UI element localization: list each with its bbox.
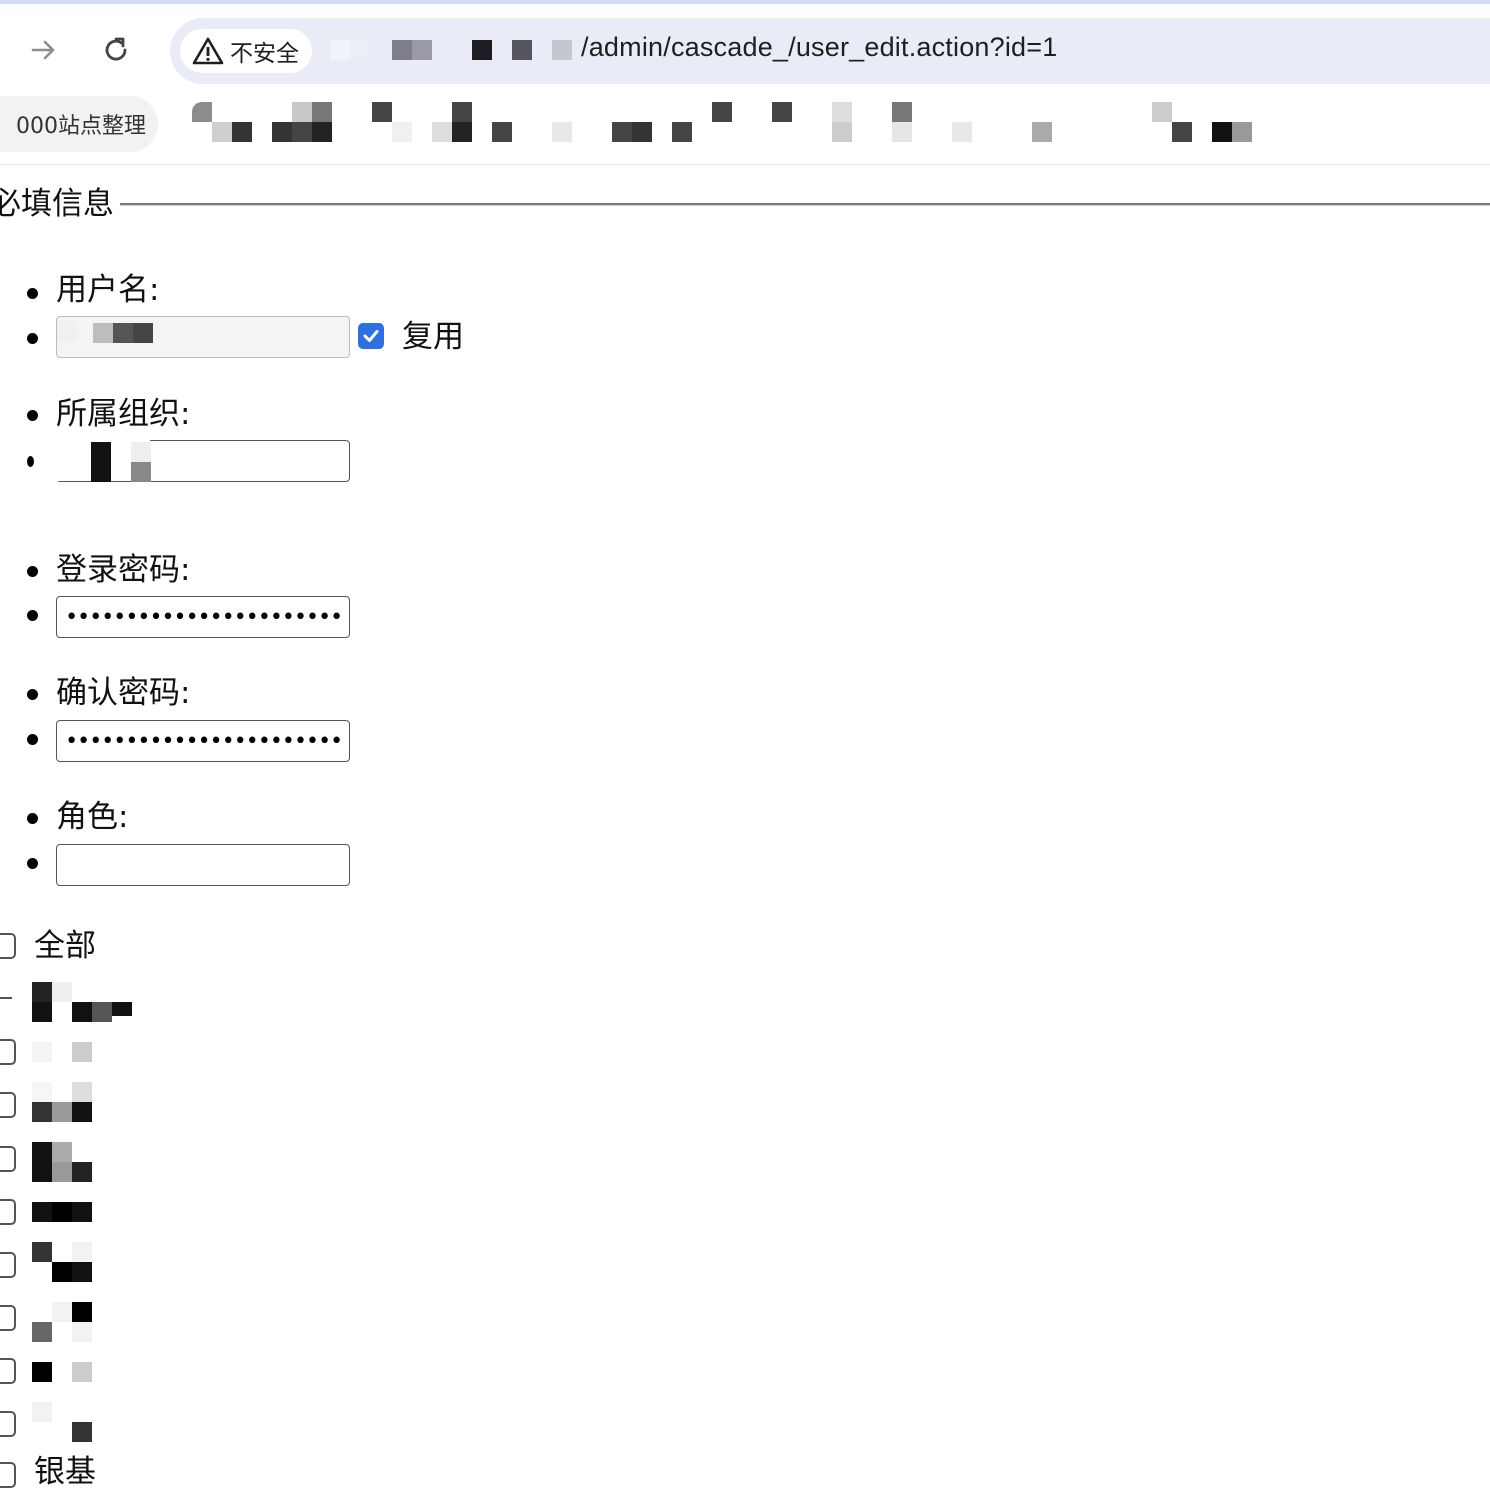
role-checkbox[interactable] [0,1462,16,1488]
password-value: •••••••••••••••••••••••••••••• [65,605,345,630]
address-bar[interactable]: 不安全 /admin/cascade_/user_edit.action?id=… [170,18,1490,84]
check-icon [363,330,379,342]
reload-icon[interactable] [98,32,134,68]
fieldset-legend-row: 必填信息 [0,184,1490,224]
role-checkbox[interactable] [0,1039,16,1065]
list-bullet [27,813,38,824]
list-bullet [27,333,38,344]
confirm-password-value: •••••••••••••••••••••••••••••• [65,729,345,754]
role-checkbox[interactable] [0,1092,16,1118]
list-bullet [27,689,38,700]
select-all-checkbox[interactable] [0,933,16,959]
org-field[interactable] [56,439,350,482]
org-label: 所属组织: [56,396,191,432]
browser-toolbar: 不安全 /admin/cascade_/user_edit.action?id=… [0,4,1490,92]
warning-icon [192,37,224,65]
role-checkbox[interactable] [0,1199,16,1225]
username-label: 用户名: [56,272,160,308]
confirm-password-field[interactable]: •••••••••••••••••••••••••••••• [56,720,350,762]
select-all-label: 全部 [34,928,96,964]
url-path[interactable]: /admin/cascade_/user_edit.action?id=1 [581,32,1057,63]
role-checkbox[interactable] [0,985,12,999]
username-field[interactable] [56,316,350,358]
reuse-label: 复用 [402,319,464,355]
role-checkbox[interactable] [0,1411,16,1437]
reuse-checkbox[interactable] [358,323,384,349]
bookmarks-bar: 000站点整理 [0,92,1490,164]
confirm-password-label: 确认密码: [56,675,191,711]
role-checkbox[interactable] [0,1358,16,1384]
fieldset-border [100,203,1490,206]
role-item-label-partial: 银基 [34,1454,96,1490]
role-label: 角色: [56,799,129,835]
chrome-divider [0,164,1490,165]
list-bullet [27,610,38,621]
list-bullet [27,734,38,745]
password-label: 登录密码: [56,552,191,588]
list-bullet [27,410,38,421]
list-bullet [27,288,38,299]
role-checkbox[interactable] [0,1146,16,1172]
forward-icon[interactable] [26,32,62,68]
security-label: 不安全 [230,41,299,67]
list-bullet [27,566,38,577]
role-checkbox[interactable] [0,1305,16,1331]
password-field[interactable]: •••••••••••••••••••••••••••••• [56,596,350,638]
section-title: 必填信息 [0,184,120,224]
list-bullet [27,858,38,869]
security-chip[interactable]: 不安全 [180,29,312,73]
role-field[interactable] [56,844,350,886]
list-bullet [27,456,34,467]
role-checkbox[interactable] [0,1252,16,1278]
bookmark-item[interactable]: 000站点整理 [0,96,158,152]
